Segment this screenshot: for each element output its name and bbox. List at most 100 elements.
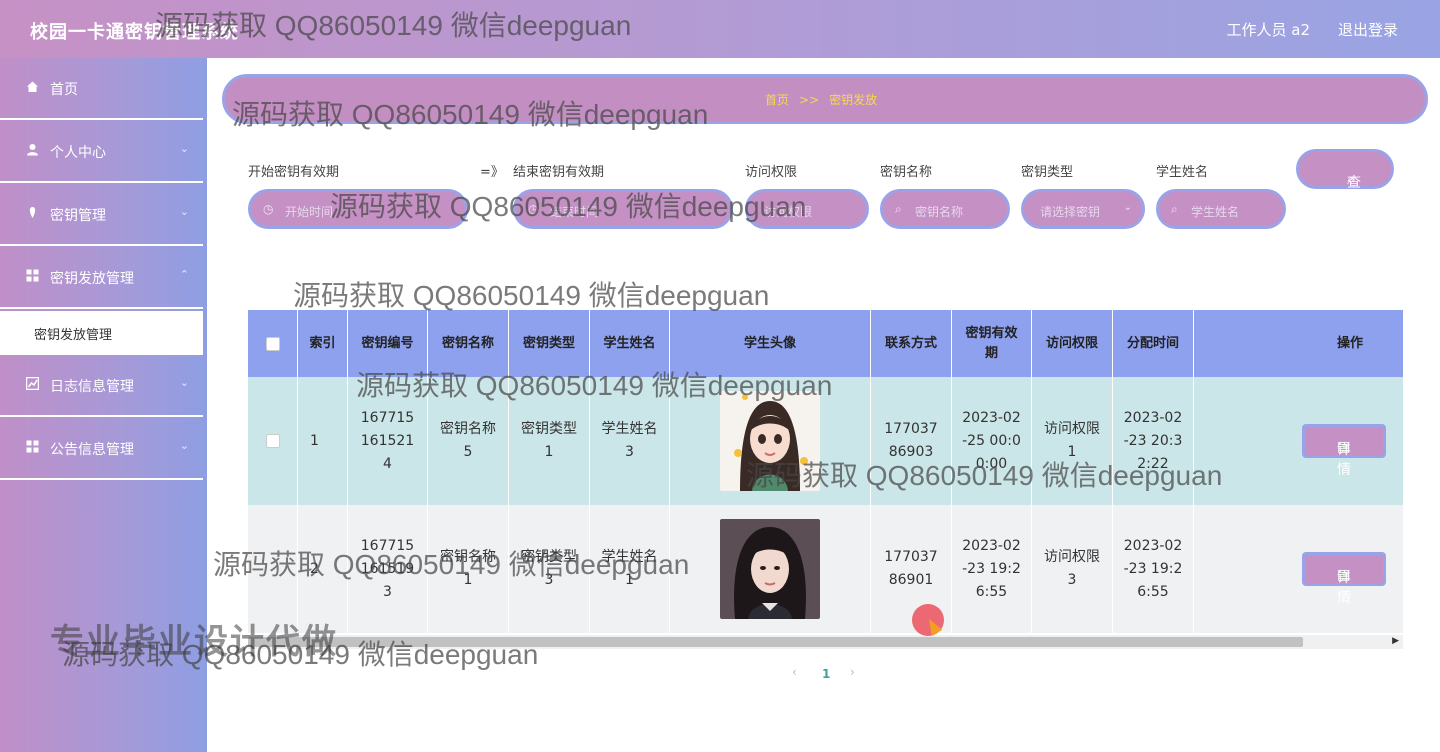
select-all-cell: [248, 310, 298, 377]
key-name-input[interactable]: ⌕ 密钥名称: [880, 189, 1010, 229]
sidebar: 首页 个人中心 ⌄ 密钥管理 ⌄ 密钥发放管理 ⌃ 密钥发放管理 日志信息管理 …: [0, 58, 207, 752]
permission-input[interactable]: 访问权限: [745, 189, 869, 229]
cell-permission: 访问权限3: [1032, 505, 1113, 633]
cell-key-no: 1677151615214: [348, 377, 428, 505]
key-type-select[interactable]: 请选择密钥 ⌄: [1021, 189, 1145, 229]
breadcrumb-home[interactable]: 首页: [765, 93, 789, 107]
cell-valid-date: 2023-02-25 00:00:00: [952, 377, 1032, 505]
clock-icon: ◷: [528, 202, 539, 216]
cell-student-name: 学生姓名1: [590, 505, 670, 633]
column-header: 分配时间: [1113, 310, 1194, 377]
sidebar-item-home[interactable]: 首页: [0, 58, 203, 120]
table-row: 1 1677151615214 密钥名称5 密钥类型1 学生姓名3 177037…: [248, 377, 1403, 505]
column-header: 密钥编号: [348, 310, 428, 377]
table-row: 2 1677151615193 密钥名称1 密钥类型3 学生姓名1 177037…: [248, 505, 1403, 633]
search-icon: ⌕: [1347, 172, 1355, 188]
cell-key-name: 密钥名称5: [428, 377, 509, 505]
sidebar-item-announcement[interactable]: 公告信息管理 ⌄: [0, 418, 203, 480]
sidebar-subitem-label: 密钥发放管理: [34, 328, 113, 343]
breadcrumb-separator: >>: [799, 93, 820, 107]
pagination: ‹ 1 ›: [790, 664, 860, 684]
column-header: 索引: [298, 310, 348, 377]
chevron-up-icon: ⌃: [179, 268, 189, 281]
chevron-down-icon: ⌄: [179, 439, 189, 452]
app-title: 校园一卡通密钥管理系统: [30, 22, 239, 43]
sidebar-item-key-management[interactable]: 密钥管理 ⌄: [0, 184, 203, 246]
breadcrumb: 首页 >> 密钥发放: [222, 74, 1428, 124]
clock-icon: ◷: [263, 202, 274, 216]
top-header: 校园一卡通密钥管理系统 工作人员 a2 退出登录: [0, 0, 1440, 58]
horizontal-scrollbar[interactable]: ▶: [248, 635, 1403, 649]
column-header: 操作: [1336, 335, 1363, 351]
table-header: 索引 密钥编号 密钥名称 密钥类型 学生姓名 学生头像 联系方式 密钥有效期 访…: [248, 310, 1403, 377]
grid-icon: [26, 440, 40, 454]
chevron-down-icon: ⌄: [1123, 202, 1132, 213]
chevron-down-icon: ⌄: [179, 142, 189, 155]
key-name-label: 密钥名称: [880, 165, 933, 180]
grid-icon: [26, 269, 40, 283]
student-name-input[interactable]: ⌕ 学生姓名: [1156, 189, 1286, 229]
sidebar-item-label: 个人中心: [50, 145, 106, 161]
sidebar-item-personal[interactable]: 个人中心 ⌄: [0, 121, 203, 183]
detail-button[interactable]: ▤ 详情: [1302, 424, 1386, 478]
select-all-checkbox[interactable]: [265, 336, 280, 351]
end-date-label: 结束密钥有效期: [513, 165, 605, 180]
cell-key-no: 1677151615193: [348, 505, 428, 633]
logout-link[interactable]: 退出登录: [1338, 19, 1398, 40]
cell-index: 2: [298, 505, 348, 633]
sidebar-subitem-key-issuance[interactable]: 密钥发放管理: [0, 311, 203, 355]
prev-page-button[interactable]: ‹: [792, 665, 797, 679]
student-avatar: [720, 391, 820, 491]
cell-avatar: [670, 505, 871, 633]
sidebar-item-label: 首页: [50, 82, 78, 98]
cell-key-type: 密钥类型3: [509, 505, 590, 633]
sidebar-item-log[interactable]: 日志信息管理 ⌄: [0, 355, 203, 417]
scroll-right-arrow-icon[interactable]: ▶: [1392, 636, 1399, 646]
column-header: 密钥有效期: [952, 310, 1032, 377]
cell-valid-date: 2023-02-23 19:26:55: [952, 505, 1032, 633]
date-range-arrow: =》: [480, 165, 504, 180]
detail-button[interactable]: ▤ 详情: [1302, 552, 1386, 606]
next-page-button[interactable]: ›: [850, 665, 855, 679]
cell-avatar: [670, 377, 871, 505]
row-checkbox[interactable]: [265, 434, 280, 448]
column-header: 学生头像: [670, 310, 871, 377]
cell-key-type: 密钥类型1: [509, 377, 590, 505]
student-name-label: 学生姓名: [1156, 165, 1209, 180]
key-issuance-table: 索引 密钥编号 密钥名称 密钥类型 学生姓名 学生头像 联系方式 密钥有效期 访…: [248, 310, 1403, 650]
search-button[interactable]: 查询 ⌕: [1296, 149, 1394, 211]
start-date-label: 开始密钥有效期: [248, 165, 340, 180]
search-icon: ⌕: [895, 202, 902, 216]
student-avatar: [720, 519, 820, 619]
cell-key-name: 密钥名称1: [428, 505, 509, 633]
cell-student-name: 学生姓名3: [590, 377, 670, 505]
search-icon: ⌕: [1171, 202, 1178, 216]
sidebar-item-label: 密钥发放管理: [50, 271, 134, 287]
permission-label: 访问权限: [745, 165, 798, 180]
current-user: 工作人员 a2: [1226, 21, 1310, 39]
user-icon: [26, 143, 40, 157]
sidebar-item-key-issuance[interactable]: 密钥发放管理 ⌃: [0, 247, 203, 309]
cell-assigned-time: 2023-02-23 19:26:55: [1113, 505, 1194, 633]
page-number[interactable]: 1: [822, 667, 830, 681]
column-header: 访问权限: [1032, 310, 1113, 377]
cell-assigned-time: 2023-02-23 20:32:22: [1113, 377, 1194, 505]
cell-phone: 17703786903: [871, 377, 952, 505]
column-header: 密钥名称: [428, 310, 509, 377]
watermark: 源码获取 QQ86050149 微信deepguan: [293, 280, 770, 311]
cell-permission: 访问权限1: [1032, 377, 1113, 505]
sidebar-item-label: 公告信息管理: [50, 442, 134, 458]
breadcrumb-current: 密钥发放: [829, 93, 878, 107]
column-header: 密钥类型: [509, 310, 590, 377]
scrollbar-thumb[interactable]: [248, 637, 1303, 647]
cell-index: 1: [298, 377, 348, 505]
key-type-label: 密钥类型: [1021, 165, 1074, 180]
start-date-input[interactable]: ◷ 开始时间: [248, 189, 468, 229]
sidebar-item-label: 密钥管理: [50, 208, 106, 224]
end-date-input[interactable]: ◷ 结束时间: [513, 189, 733, 229]
chevron-down-icon: ⌄: [179, 376, 189, 389]
home-icon: [26, 80, 40, 94]
key-icon: [26, 206, 40, 220]
column-header: 联系方式: [871, 310, 952, 377]
column-header: 学生姓名: [590, 310, 670, 377]
